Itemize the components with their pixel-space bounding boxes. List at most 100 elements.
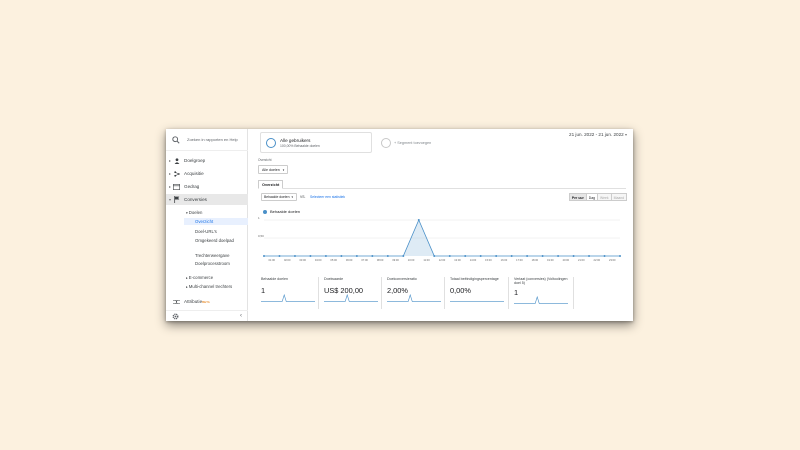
chart-point[interactable] bbox=[355, 255, 358, 257]
chevron-down-icon: ▾ bbox=[282, 167, 285, 172]
sidebar-item-label: Conversies bbox=[184, 197, 207, 202]
x-tick-label: 11:00 bbox=[423, 258, 430, 262]
sidebar-item-label: Doelgroep bbox=[184, 158, 206, 163]
chart-point[interactable] bbox=[293, 255, 296, 257]
chart-point[interactable] bbox=[386, 255, 389, 257]
chart-point[interactable] bbox=[557, 255, 560, 257]
x-tick-label: 07:00 bbox=[361, 258, 368, 262]
scorecard-label: Doelconversieratio bbox=[387, 277, 417, 281]
chart-point[interactable] bbox=[588, 255, 591, 257]
collapse-chevron-icon[interactable]: ‹ bbox=[240, 313, 242, 319]
y-tick-label: 1 bbox=[258, 216, 260, 220]
chart-y-labels: 10,50 bbox=[258, 216, 264, 238]
chart-point[interactable] bbox=[433, 255, 436, 257]
chart-point[interactable] bbox=[371, 255, 374, 257]
chart-point[interactable] bbox=[263, 255, 265, 257]
x-tick-label: 15:00 bbox=[485, 258, 492, 262]
chart-point[interactable] bbox=[619, 255, 621, 257]
sidebar-item-gedrag[interactable]: ▸ Gedrag bbox=[166, 181, 248, 192]
chart-point[interactable] bbox=[324, 255, 327, 257]
x-tick-label: 12:00 bbox=[439, 258, 446, 262]
add-segment-label: + Segment toevoegen bbox=[394, 140, 432, 145]
search-icon bbox=[172, 135, 180, 144]
chart-point[interactable] bbox=[526, 255, 529, 257]
multichannel-label: Multi-channel trechters bbox=[188, 284, 233, 289]
x-tick-label: 09:00 bbox=[392, 258, 399, 262]
sidebar-item-overzicht[interactable]: Overzicht bbox=[184, 218, 248, 225]
chart-point[interactable] bbox=[278, 255, 281, 257]
select-metric-link[interactable]: Selecteer een statistiek bbox=[310, 195, 345, 199]
scorecard-behaalde-doelen[interactable]: Behaalde doelen 1 bbox=[261, 277, 319, 309]
sidebar-item-doelgroep[interactable]: ▸ Doelgroep bbox=[166, 155, 248, 166]
person-icon bbox=[173, 157, 180, 164]
x-tick-label: 02:00 bbox=[284, 258, 291, 262]
sidebar-item-conversies[interactable]: ▾ Conversies bbox=[166, 194, 248, 205]
segment-all-users[interactable]: Alle gebruikers 100,00% Behaalde doelen bbox=[260, 132, 372, 153]
attribution-icon bbox=[173, 298, 180, 305]
main-content: Alle gebruikers 100,00% Behaalde doelen … bbox=[248, 129, 633, 321]
chart-point[interactable] bbox=[510, 255, 513, 257]
chart-point[interactable] bbox=[464, 255, 467, 257]
legend-dot bbox=[263, 209, 267, 214]
chart-point[interactable] bbox=[572, 255, 575, 257]
granularity-toggle: Per uur Dag Week Maand bbox=[568, 193, 627, 201]
sidebar-item-omgekeerd-doelpad[interactable]: Omgekeerd doelpad bbox=[195, 238, 247, 243]
metric-select[interactable]: Behaalde doelen ▾ bbox=[261, 193, 297, 201]
scorecard-beeindigingspercentage[interactable]: Totaal beëindigingspercentage 0,00% bbox=[450, 277, 509, 309]
x-tick-label: 10:00 bbox=[408, 258, 415, 262]
chart-point[interactable] bbox=[340, 255, 343, 257]
x-tick-label: 04:00 bbox=[315, 258, 322, 262]
sidebar-item-multichannel[interactable]: ▸ Multi-channel trechters bbox=[186, 284, 244, 290]
chart-point[interactable] bbox=[541, 255, 544, 257]
chart-point[interactable] bbox=[479, 255, 482, 257]
sidebar-item-acquisitie[interactable]: ▸ Acquisitie bbox=[166, 168, 248, 179]
chart-point[interactable] bbox=[448, 255, 451, 257]
add-segment-button[interactable]: + Segment toevoegen bbox=[381, 132, 451, 153]
granularity-month[interactable]: Maand bbox=[610, 193, 627, 201]
granularity-hour[interactable]: Per uur bbox=[568, 193, 587, 201]
empty-segment-circle-icon bbox=[381, 137, 391, 148]
beta-badge: BETA bbox=[202, 299, 210, 304]
scorecard-doelwaarde[interactable]: Doelwaarde US$ 200,00 bbox=[324, 277, 382, 309]
chevron-down-icon: ▾ bbox=[291, 195, 293, 199]
chart-point[interactable] bbox=[603, 255, 606, 257]
gear-icon[interactable] bbox=[172, 313, 179, 320]
segment-subtitle: 100,00% Behaalde doelen bbox=[280, 143, 320, 148]
sidebar-item-doel-urls[interactable]: Doel-URL's bbox=[195, 229, 247, 234]
granularity-week[interactable]: Week bbox=[597, 193, 612, 201]
goal-dropdown[interactable]: Alle doelen ▾ bbox=[258, 165, 288, 174]
date-range-picker[interactable]: 21 jun. 2022 - 21 jun. 2022 ▾ bbox=[569, 132, 627, 137]
sidebar-item-label: Attributie bbox=[184, 299, 203, 304]
sidebar-item-ecommerce[interactable]: ▸ E-commerce bbox=[186, 275, 248, 281]
chart-point[interactable] bbox=[417, 219, 420, 221]
chart-legend: Behaalde doelen bbox=[263, 209, 300, 214]
x-tick-label: 08:00 bbox=[377, 258, 384, 262]
x-tick-label: 13:00 bbox=[454, 258, 461, 262]
segment-circle-icon bbox=[266, 137, 276, 148]
chart-point[interactable] bbox=[495, 255, 498, 257]
sparkline-path bbox=[261, 294, 315, 302]
scorecard-doelconversieratio[interactable]: Doelconversieratio 2,00% bbox=[387, 277, 445, 309]
x-tick-label: 16:00 bbox=[501, 258, 508, 262]
sidebar-item-label: Gedrag bbox=[184, 184, 200, 189]
chart-point[interactable] bbox=[309, 255, 312, 257]
sidebar-item-trechterweergave[interactable]: Trechterweergave bbox=[195, 253, 247, 258]
x-tick-label: 14:00 bbox=[470, 258, 477, 262]
sparkline bbox=[387, 294, 441, 302]
goal-dropdown-value: Alle doelen bbox=[262, 167, 280, 172]
metric-select-value: Behaalde doelen bbox=[264, 195, 290, 199]
chart-point[interactable] bbox=[402, 255, 405, 257]
sidebar-item-doelen[interactable]: ▾ Doelen bbox=[186, 210, 248, 216]
sidebar-item-attributie[interactable]: Attributie BETA bbox=[166, 296, 248, 307]
date-range-label: 21 jun. 2022 - 21 jun. 2022 bbox=[569, 132, 624, 137]
behavior-icon bbox=[173, 183, 180, 190]
search-bar[interactable]: Zoeken in rapporten en Help bbox=[166, 129, 248, 151]
sparkline bbox=[450, 301, 504, 302]
sidebar-item-doelprocesstroom[interactable]: Doelprocesstroom bbox=[195, 261, 247, 266]
x-tick-label: 01:00 bbox=[268, 258, 275, 262]
scorecard-verlaat-conversies[interactable]: Verlaat (conversies) (Voltooiingen doel … bbox=[514, 277, 574, 309]
x-tick-label: 06:00 bbox=[346, 258, 353, 262]
sparkline bbox=[324, 294, 378, 302]
tab-overzicht[interactable]: Overzicht bbox=[258, 180, 284, 189]
scorecard-label: Doelwaarde bbox=[324, 277, 344, 281]
